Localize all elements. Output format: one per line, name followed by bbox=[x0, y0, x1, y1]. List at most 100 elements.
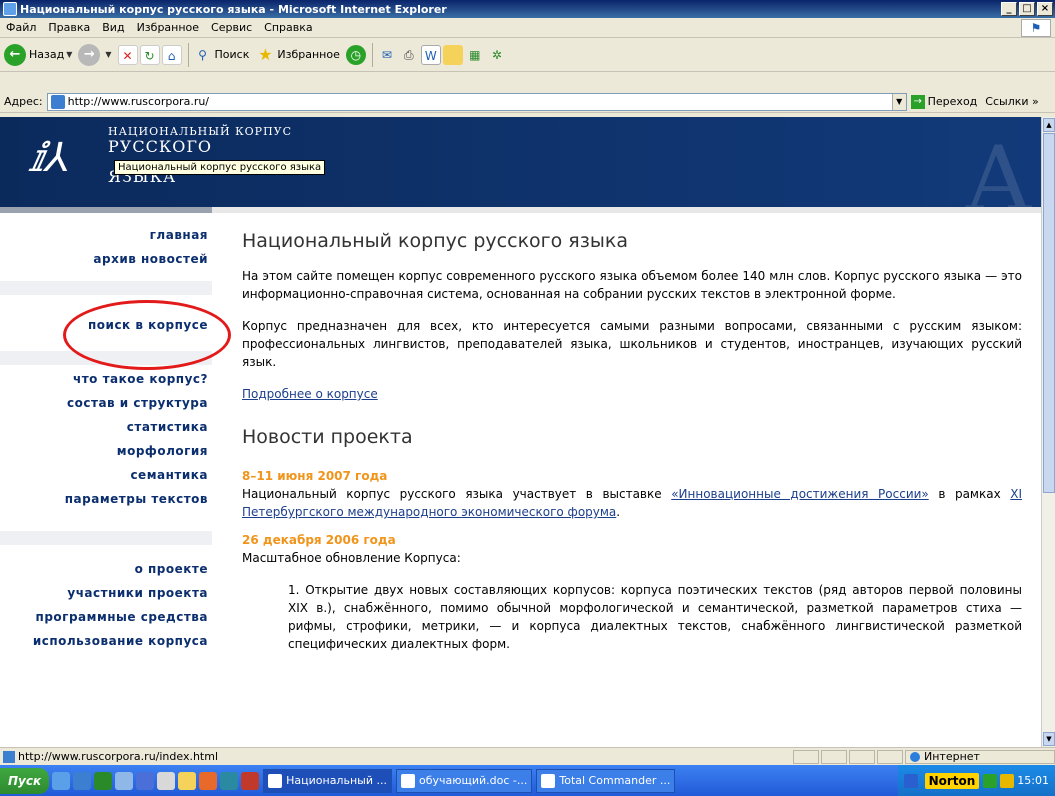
address-label: Адрес: bbox=[4, 95, 43, 108]
menu-view[interactable]: Вид bbox=[96, 21, 130, 34]
app-icon[interactable] bbox=[220, 771, 239, 790]
corpus-logo-icon[interactable]: ⅈ⅄ bbox=[30, 135, 70, 181]
research-icon[interactable]: ▦ bbox=[465, 45, 485, 65]
news-heading: Новости проекта bbox=[242, 426, 413, 448]
address-input[interactable]: http://www.ruscorpora.ru/ ▼ bbox=[46, 92, 907, 111]
nav-item-morphology[interactable]: морфология bbox=[0, 439, 208, 463]
search-label: Поиск bbox=[214, 48, 250, 61]
toolbar-separator bbox=[371, 42, 373, 67]
browser-window: Национальный корпус русского языка - Mic… bbox=[0, 0, 1055, 765]
network-icon[interactable] bbox=[983, 773, 998, 788]
minimize-button[interactable]: _ bbox=[1001, 2, 1017, 16]
messenger-icon[interactable]: ✲ bbox=[487, 45, 507, 65]
nav-item-participants[interactable]: участники проекта bbox=[0, 581, 208, 605]
intro-paragraph: На этом сайте помещен корпус современног… bbox=[242, 269, 1022, 301]
nav-divider bbox=[0, 281, 212, 295]
refresh-icon[interactable]: ↻ bbox=[139, 44, 160, 65]
nav-item-software[interactable]: программные средства bbox=[0, 605, 208, 629]
maximize-button[interactable]: □ bbox=[1019, 2, 1035, 16]
more-about-corpus-link[interactable]: Подробнее о корпусе bbox=[242, 387, 378, 401]
menu-favorites[interactable]: Избранное bbox=[131, 21, 205, 34]
nav-item-text-params[interactable]: параметры текстов bbox=[0, 487, 208, 511]
scroll-thumb[interactable] bbox=[1043, 133, 1055, 493]
nav-item-what-is-corpus[interactable]: что такое корпус? bbox=[0, 367, 208, 391]
task-word[interactable]: обучающий.doc -... bbox=[395, 768, 533, 793]
task-label: Национальный ... bbox=[286, 774, 387, 787]
close-button[interactable]: × bbox=[1037, 2, 1053, 16]
nav-item-news-archive[interactable]: архив новостей bbox=[0, 247, 208, 271]
edit-word-icon[interactable]: W bbox=[420, 44, 441, 65]
tray-app-icon[interactable] bbox=[1000, 773, 1015, 788]
nav-item-semantics[interactable]: семантика bbox=[0, 463, 208, 487]
ie-icon bbox=[3, 2, 17, 16]
app-icon[interactable] bbox=[199, 771, 218, 790]
nav-group-main: главная архив новостей bbox=[0, 223, 208, 271]
nav-divider bbox=[0, 531, 212, 545]
nav-item-about-project[interactable]: о проекте bbox=[0, 557, 208, 581]
nav-item-structure[interactable]: состав и структура bbox=[0, 391, 208, 415]
status-cell bbox=[793, 749, 819, 764]
word-icon[interactable] bbox=[136, 771, 155, 790]
favorites-label: Избранное bbox=[277, 48, 340, 61]
toolbar-separator bbox=[187, 42, 189, 67]
app-icon[interactable] bbox=[157, 771, 176, 790]
innovation-link[interactable]: «Инновационные достижения России» bbox=[671, 487, 929, 501]
window-title: Национальный корпус русского языка - Mic… bbox=[20, 2, 447, 16]
search-button[interactable]: ⚲ Поиск bbox=[193, 45, 250, 65]
ie-icon[interactable] bbox=[73, 771, 92, 790]
start-label: Пуск bbox=[8, 773, 42, 788]
menu-edit[interactable]: Правка bbox=[42, 21, 96, 34]
forward-arrow-icon: → bbox=[78, 43, 101, 66]
task-total-commander[interactable]: Total Commander ... bbox=[536, 768, 676, 793]
site-banner: ⅈ⅄ НАЦИОНАЛЬНЫЙ КОРПУС РУССКОГО ЯЗЫКА A … bbox=[0, 117, 1041, 232]
folder-icon[interactable] bbox=[442, 44, 463, 65]
nav-item-home[interactable]: главная bbox=[0, 223, 208, 247]
address-url[interactable]: http://www.ruscorpora.ru/ bbox=[68, 95, 892, 108]
scroll-down-icon[interactable]: ▼ bbox=[1043, 732, 1055, 746]
history-icon[interactable]: ◷ bbox=[345, 44, 366, 65]
language-icon[interactable] bbox=[903, 773, 918, 788]
chevron-down-icon[interactable]: ▼ bbox=[891, 93, 906, 110]
word-icon bbox=[400, 773, 415, 788]
desktop-icon[interactable] bbox=[52, 771, 71, 790]
start-button[interactable]: Пуск bbox=[0, 767, 50, 794]
menu-help[interactable]: Справка bbox=[258, 21, 318, 34]
excel-icon[interactable] bbox=[94, 771, 113, 790]
app-icon[interactable] bbox=[178, 771, 197, 790]
status-cell bbox=[877, 749, 903, 764]
mail-icon[interactable]: ✉ bbox=[377, 45, 397, 65]
back-button[interactable]: ← Назад ▼ bbox=[4, 43, 72, 66]
chevron-down-icon: ▼ bbox=[105, 50, 112, 59]
go-button[interactable]: → Переход bbox=[910, 94, 978, 109]
windows-logo-icon: ⚑ bbox=[1021, 19, 1051, 37]
nav-item-usage[interactable]: использование корпуса bbox=[0, 629, 208, 653]
star-icon: ★ bbox=[258, 44, 273, 64]
print-icon[interactable]: ⎙ bbox=[399, 45, 419, 65]
app-icon[interactable] bbox=[241, 771, 260, 790]
norton-icon[interactable]: Norton bbox=[924, 772, 980, 789]
menu-file[interactable]: Файл bbox=[0, 21, 42, 34]
task-label: Total Commander ... bbox=[559, 774, 671, 787]
taskbar: Пуск Национальный ... обучающий.doc -...… bbox=[0, 765, 1055, 796]
menu-tools[interactable]: Сервис bbox=[205, 21, 258, 34]
favorites-button[interactable]: ★ Избранное bbox=[255, 44, 340, 65]
clock[interactable]: 15:01 bbox=[1017, 774, 1049, 787]
stop-icon[interactable]: ✕ bbox=[117, 44, 138, 65]
status-bar: http://www.ruscorpora.ru/index.html Инте… bbox=[0, 747, 1055, 765]
home-icon[interactable]: ⌂ bbox=[161, 44, 182, 65]
banner-line2: РУССКОГО bbox=[108, 137, 213, 156]
links-label: Ссылки bbox=[985, 95, 1029, 108]
go-label: Переход bbox=[927, 95, 978, 108]
ie-icon bbox=[268, 773, 283, 788]
news1-post: . bbox=[616, 505, 621, 519]
scroll-up-icon[interactable]: ▲ bbox=[1043, 118, 1055, 132]
forward-button[interactable]: → ▼ bbox=[78, 43, 112, 66]
task-ie[interactable]: Национальный ... bbox=[263, 768, 392, 793]
links-button[interactable]: Ссылки » bbox=[985, 95, 1038, 108]
page-icon bbox=[3, 750, 15, 763]
app-icon[interactable] bbox=[115, 771, 134, 790]
news2-text: Масштабное обновление Корпуса: bbox=[242, 551, 461, 565]
news1-pre: Национальный корпус русского языка участ… bbox=[242, 487, 672, 501]
vertical-scrollbar[interactable]: ▲ ▼ bbox=[1041, 117, 1055, 747]
nav-item-statistics[interactable]: статистика bbox=[0, 415, 208, 439]
